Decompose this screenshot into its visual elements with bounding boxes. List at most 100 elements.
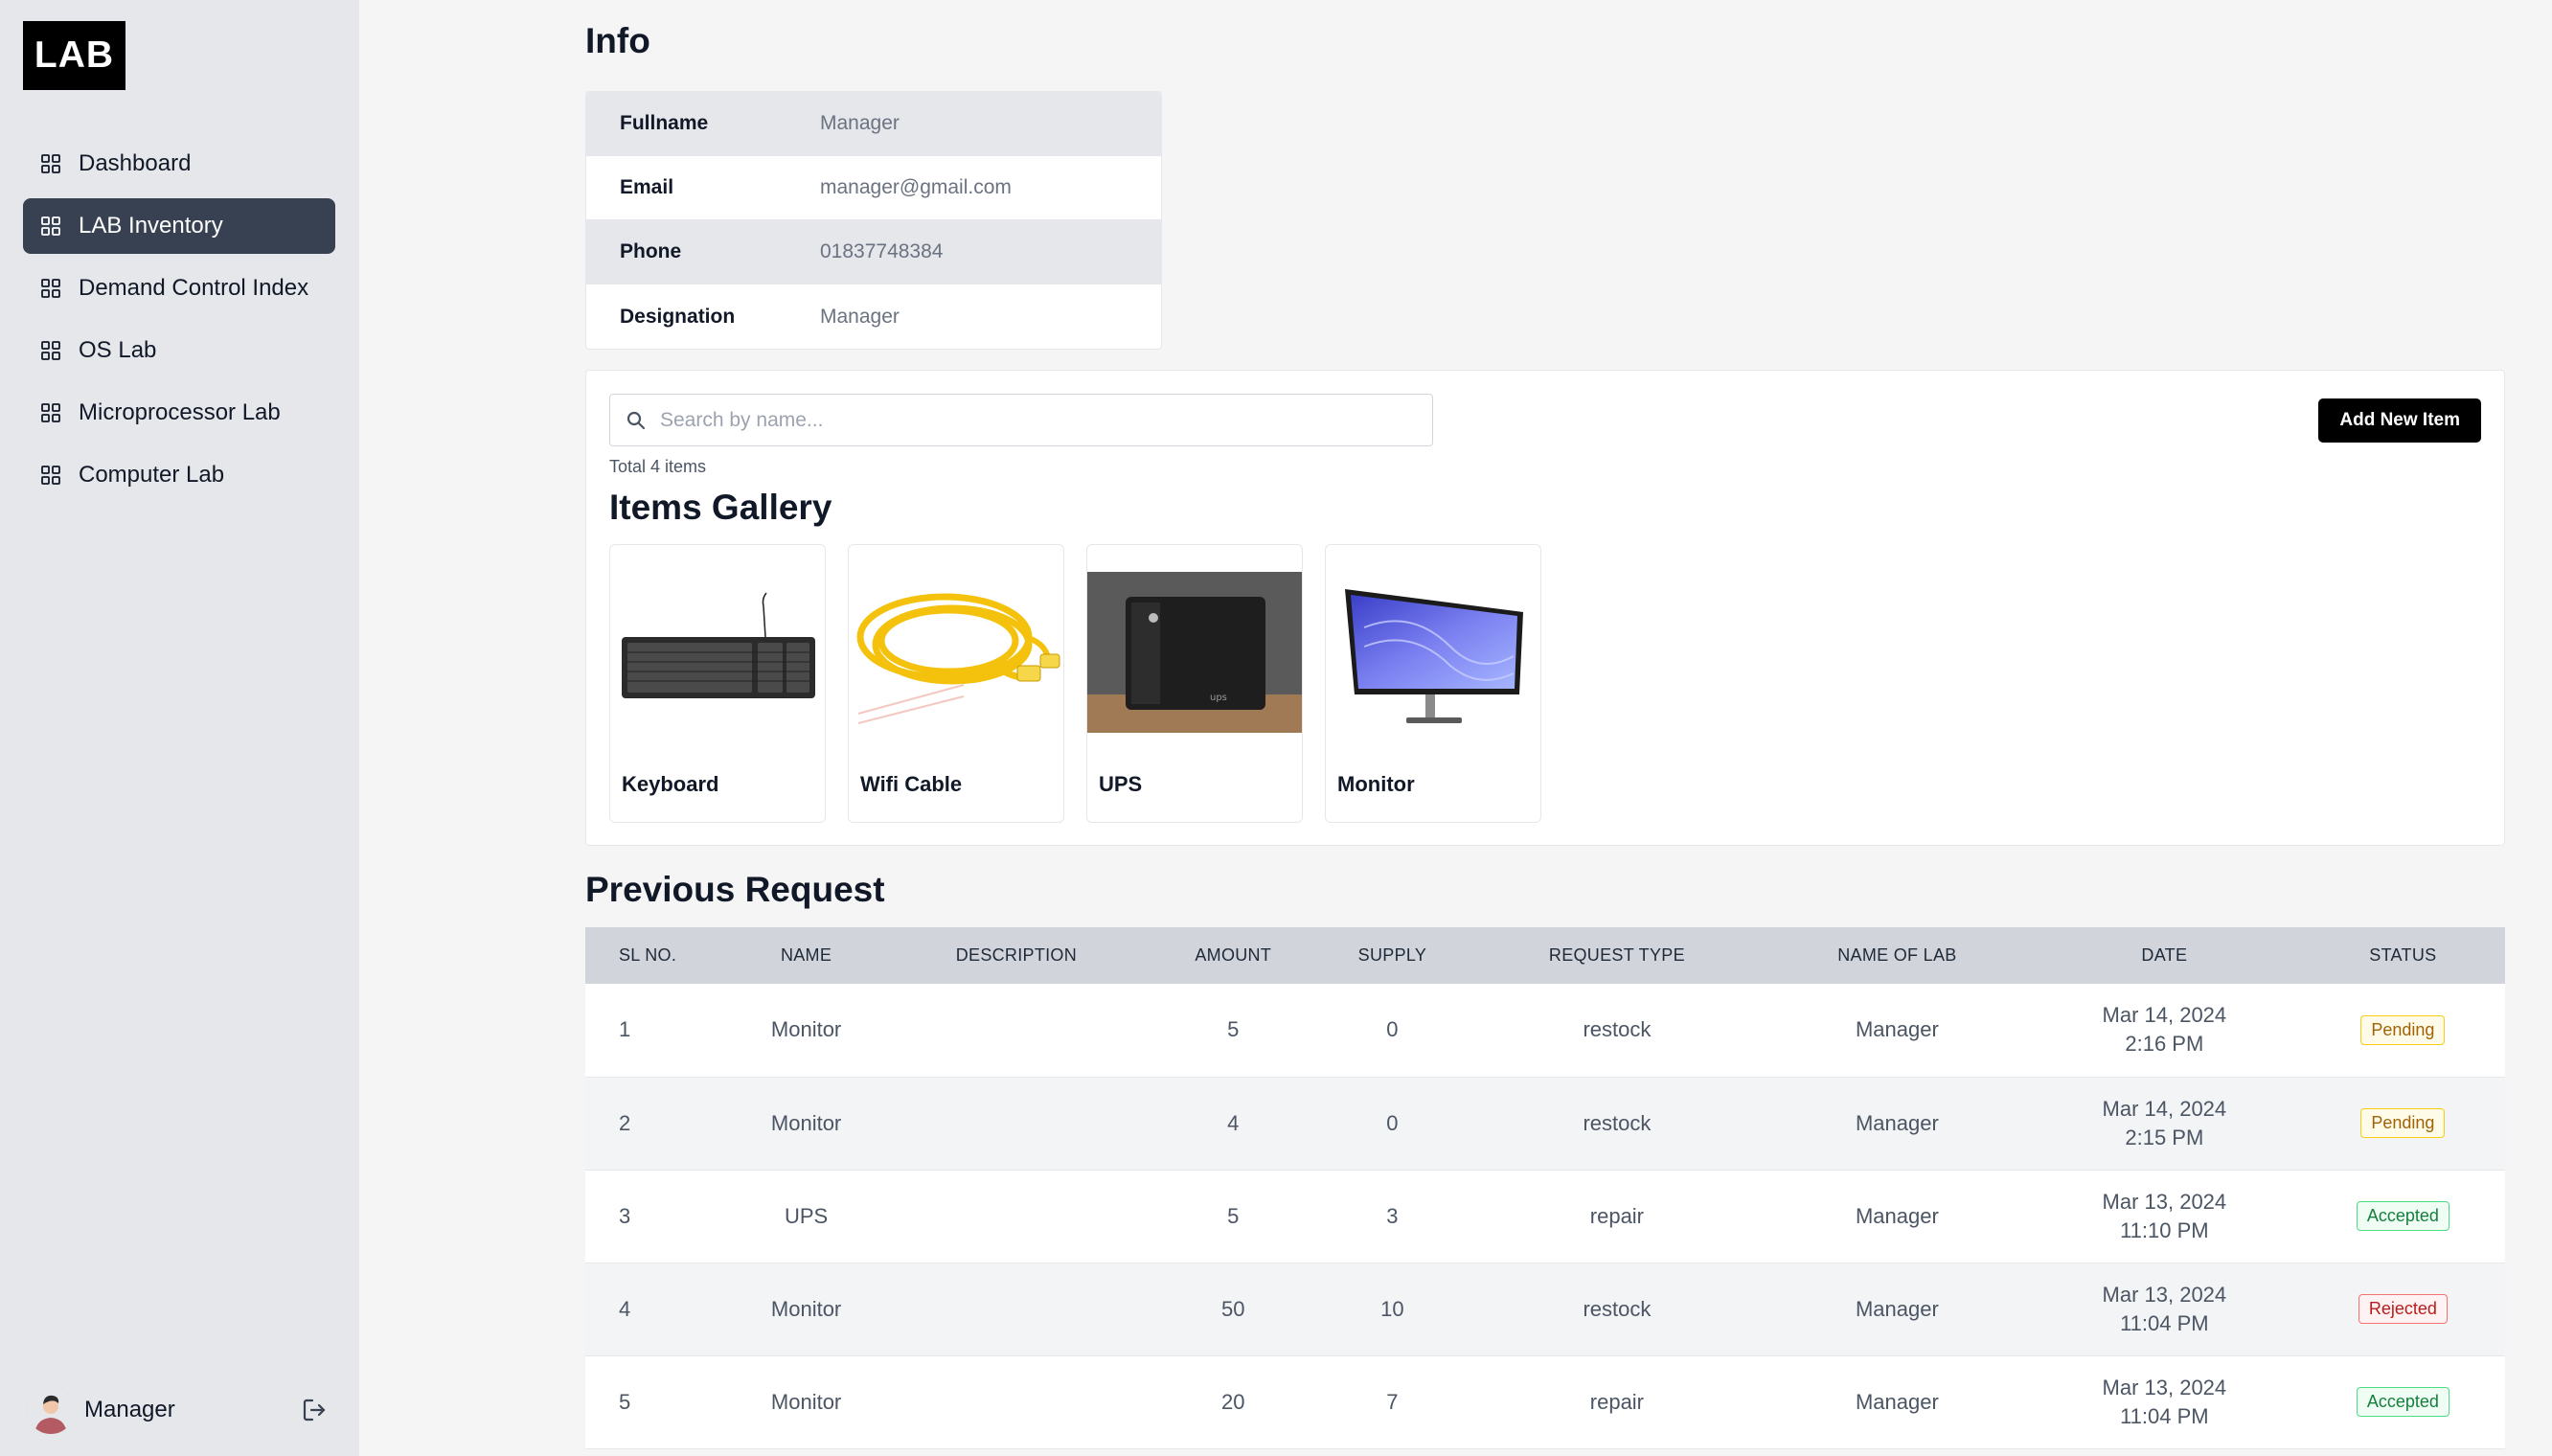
info-value: 01837748384 [820, 240, 944, 262]
cell-supply: 7 [1386, 1389, 1399, 1414]
cell-name: Monitor [770, 1017, 842, 1042]
column-header: DESCRIPTION [955, 945, 1078, 965]
column-header: STATUS [2369, 945, 2437, 965]
cell-lab: Manager [1855, 1203, 1939, 1228]
cell-lab: Manager [1855, 1389, 1939, 1414]
cell-supply: 0 [1386, 1110, 1399, 1135]
grid-icon [40, 402, 61, 423]
time-text: 11:04 PM [2120, 1403, 2209, 1428]
cell-lab: Manager [1855, 1296, 1939, 1321]
add-new-item-button[interactable]: Add New Item [2318, 398, 2481, 443]
time-text: 2:15 PM [2125, 1125, 2204, 1149]
info-label: Designation [620, 305, 736, 328]
cell-date: Mar 13, 2024 11:04 PM [2028, 1355, 2301, 1448]
items-gallery-panel: Total 4 items Add New Item Items Gallery [585, 370, 2505, 846]
column-header: AMOUNT [1195, 945, 1272, 965]
avatar[interactable] [27, 1386, 75, 1434]
cell-status: Rejected [2301, 1263, 2505, 1355]
sidebar-item-microprocessor-lab[interactable]: Microprocessor Lab [23, 385, 335, 441]
date-text: Mar 14, 2024 [2102, 1096, 2227, 1121]
cell-lab: Manager [1855, 1110, 1939, 1135]
time-text: 2:16 PM [2125, 1032, 2204, 1057]
info-label: Fullname [620, 112, 709, 134]
gallery-cards: Keyboard Wifi Cable ups UPS Monitor [609, 544, 1563, 823]
status-badge: Accepted [2356, 1387, 2449, 1417]
cell-request-type: restock [1583, 1017, 1652, 1042]
gallery-item-name: Monitor [1337, 772, 1415, 796]
sidebar-item-label: LAB Inventory [79, 213, 223, 239]
cell-description [883, 1077, 1149, 1170]
keyboard-image [610, 570, 825, 735]
cell-request-type: restock [1583, 1296, 1652, 1321]
app-logo[interactable]: LAB [23, 21, 125, 90]
cell-sl: 2 [619, 1110, 631, 1135]
status-badge: Pending [2360, 1014, 2446, 1045]
info-value: Manager [820, 305, 900, 328]
sidebar-item-os-lab[interactable]: OS Lab [23, 323, 335, 378]
cell-amount: 5 [1227, 1017, 1240, 1042]
gallery-card-ups[interactable]: ups UPS [1086, 544, 1303, 823]
info-row-email: Email manager@gmail.com [586, 156, 1161, 220]
info-value: manager@gmail.com [820, 176, 1012, 198]
sidebar-item-computer-lab[interactable]: Computer Lab [23, 447, 335, 503]
cell-sl: 4 [619, 1296, 631, 1321]
cell-amount: 4 [1227, 1110, 1240, 1135]
search-input[interactable] [660, 408, 1407, 432]
cell-description [883, 1170, 1149, 1263]
cell-date: Mar 14, 2024 2:15 PM [2028, 1077, 2301, 1170]
info-label: Email [620, 176, 674, 198]
search-icon [626, 410, 647, 431]
cable-image [849, 570, 1063, 735]
cell-amount: 50 [1221, 1296, 1245, 1321]
logout-icon[interactable] [301, 1397, 328, 1423]
gallery-item-name: UPS [1099, 772, 1143, 796]
gallery-card-wifi-cable[interactable]: Wifi Cable [848, 544, 1064, 823]
gallery-card-monitor[interactable]: Monitor [1325, 544, 1541, 823]
date-text: Mar 13, 2024 [2102, 1375, 2227, 1399]
info-row-designation: Designation Manager [586, 284, 1161, 349]
cell-name: UPS [784, 1203, 829, 1228]
cell-status: Pending [2301, 1077, 2505, 1170]
column-header: NAME [780, 945, 832, 965]
cell-request-type: repair [1589, 1203, 1645, 1228]
cell-date: Mar 14, 2024 2:16 PM [2028, 984, 2301, 1077]
cell-date: Mar 13, 2024 11:04 PM [2028, 1263, 2301, 1355]
cell-description [883, 1263, 1149, 1355]
info-value: Manager [820, 112, 900, 134]
cell-description [883, 1355, 1149, 1448]
user-profile: Manager [27, 1385, 333, 1435]
date-text: Mar 14, 2024 [2102, 1003, 2227, 1028]
cell-supply: 3 [1386, 1203, 1399, 1228]
sidebar-item-lab-inventory[interactable]: LAB Inventory [23, 198, 335, 254]
sidebar-item-dashboard[interactable]: Dashboard [23, 136, 335, 192]
sidebar-item-label: Microprocessor Lab [79, 399, 281, 425]
info-row-fullname: Fullname Manager [586, 92, 1161, 156]
cell-amount: 5 [1227, 1203, 1240, 1228]
sidebar-item-label: Dashboard [79, 150, 192, 176]
grid-icon [40, 216, 61, 237]
user-name: Manager [84, 1397, 175, 1422]
cell-amount: 20 [1221, 1389, 1245, 1414]
cell-name: Monitor [770, 1296, 842, 1321]
gallery-card-keyboard[interactable]: Keyboard [609, 544, 826, 823]
cell-request-type: repair [1589, 1389, 1645, 1414]
status-badge: Pending [2360, 1108, 2446, 1138]
svg-text:ups: ups [1210, 693, 1227, 703]
time-text: 11:10 PM [2120, 1217, 2209, 1242]
search-box [609, 394, 1433, 446]
grid-icon [40, 153, 61, 174]
info-table: Fullname Manager Email manager@gmail.com… [585, 91, 1162, 350]
gallery-item-name: Wifi Cable [860, 772, 963, 796]
table-row: 1 Monitor 5 0 restock Manager Mar 14, 20… [585, 984, 2505, 1077]
cell-request-type: restock [1583, 1110, 1652, 1135]
previous-request-title: Previous Request [585, 870, 885, 909]
sidebar-item-demand-control-index[interactable]: Demand Control Index [23, 261, 335, 316]
monitor-image [1326, 570, 1540, 735]
cell-lab: Manager [1855, 1017, 1939, 1042]
table-row: 5 Monitor 20 7 repair Manager Mar 13, 20… [585, 1355, 2505, 1448]
sidebar-nav: Dashboard LAB Inventory Demand Control I… [23, 136, 335, 510]
grid-icon [40, 465, 61, 486]
status-badge: Accepted [2356, 1201, 2449, 1231]
cell-description [883, 984, 1149, 1077]
total-items-count: Total 4 items [609, 457, 707, 476]
